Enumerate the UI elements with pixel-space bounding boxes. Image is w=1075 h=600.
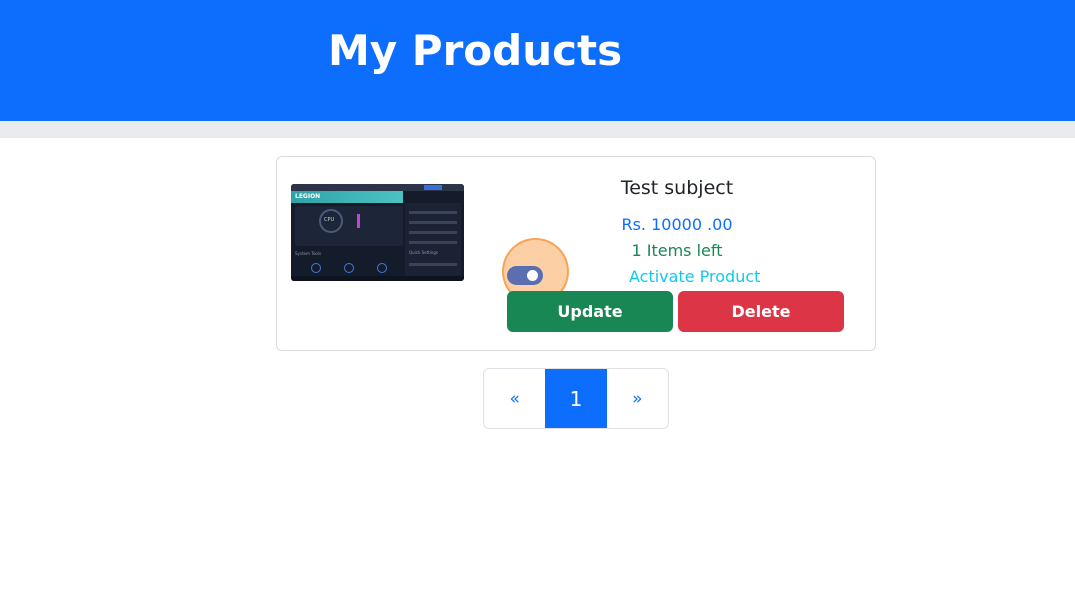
- toggle-knob: [527, 270, 538, 281]
- product-title: Test subject: [620, 177, 734, 199]
- thumbnail-logo: LEGION: [295, 193, 321, 200]
- activate-product-label: Activate Product: [629, 267, 761, 286]
- update-button[interactable]: Update: [507, 291, 673, 332]
- thumbnail-panel: [295, 206, 403, 246]
- header-divider: [0, 121, 1075, 138]
- thumbnail-taskbar: [291, 276, 464, 281]
- thumbnail-sidebar: [405, 203, 461, 279]
- thumbnail-topbar: [291, 184, 464, 191]
- product-card: LEGION CPU System Tools Quick Settings T…: [276, 156, 876, 351]
- tool-icon: [377, 263, 387, 273]
- product-price: Rs. 10000 .00: [621, 215, 733, 234]
- pagination-page-1[interactable]: 1: [545, 369, 607, 428]
- product-thumbnail: LEGION CPU System Tools Quick Settings: [291, 184, 464, 281]
- product-stock: 1 Items left: [631, 241, 723, 260]
- tool-icon: [344, 263, 354, 273]
- delete-button[interactable]: Delete: [678, 291, 844, 332]
- activate-toggle[interactable]: [507, 266, 543, 285]
- tool-icon: [311, 263, 321, 273]
- pagination-prev[interactable]: «: [484, 369, 545, 428]
- page-header: My Products: [0, 0, 1075, 121]
- cpu-gauge-label: CPU: [324, 217, 335, 223]
- page-title: My Products: [328, 26, 623, 75]
- quick-settings-label: Quick Settings: [409, 250, 438, 255]
- usage-bar: [357, 214, 360, 228]
- pagination: « 1 »: [483, 368, 669, 429]
- pagination-next[interactable]: »: [607, 369, 668, 428]
